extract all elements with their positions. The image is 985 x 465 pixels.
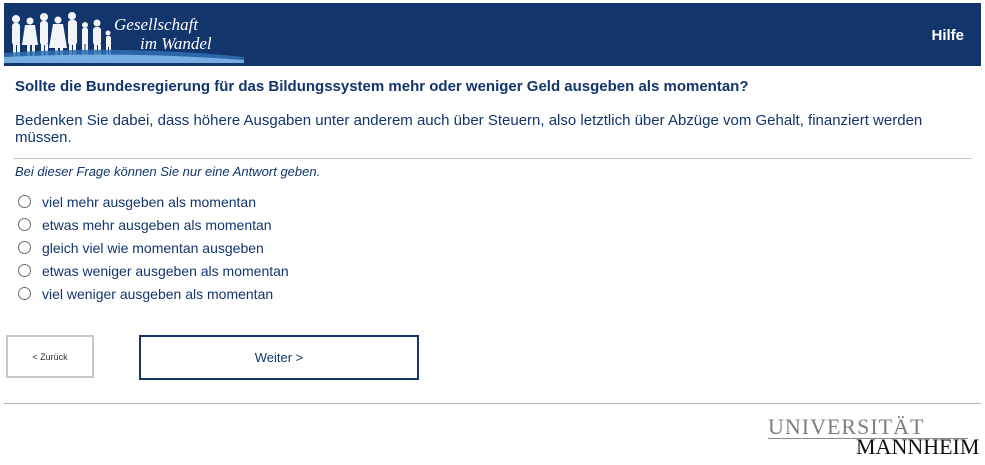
option-label: etwas mehr ausgeben als momentan (42, 216, 272, 233)
option-gleich-viel[interactable]: gleich viel wie momentan ausgeben (18, 236, 289, 259)
university-logo: UNIVERSITÄT MANNHEIM (768, 414, 979, 459)
logo-line-1: Gesellschaft (114, 15, 199, 34)
radio-button[interactable] (18, 218, 31, 231)
back-button[interactable]: < Zurück (6, 335, 94, 378)
option-viel-weniger[interactable]: viel weniger ausgeben als momentan (18, 282, 289, 305)
option-label: gleich viel wie momentan ausgeben (42, 239, 264, 256)
radio-button[interactable] (18, 287, 31, 300)
option-label: viel mehr ausgeben als momentan (42, 193, 257, 210)
logo-line-2: im Wandel (140, 34, 212, 53)
question-title: Sollte die Bundesregierung für das Bildu… (15, 78, 749, 95)
radio-button[interactable] (18, 195, 31, 208)
option-etwas-mehr[interactable]: etwas mehr ausgeben als momentan (18, 213, 289, 236)
radio-button[interactable] (18, 264, 31, 277)
divider (13, 158, 972, 159)
radio-button[interactable] (18, 241, 31, 254)
header-bar: Gesellschaft im Wandel Hilfe (4, 3, 981, 66)
answer-options: viel mehr ausgeben als momentan etwas me… (18, 190, 289, 305)
option-etwas-weniger[interactable]: etwas weniger ausgeben als momentan (18, 259, 289, 282)
option-viel-mehr[interactable]: viel mehr ausgeben als momentan (18, 190, 289, 213)
footer-divider (4, 403, 981, 404)
site-logo-text: Gesellschaft im Wandel (114, 15, 212, 53)
option-label: viel weniger ausgeben als momentan (42, 285, 274, 302)
university-logo-bottom: MANNHEIM (856, 434, 980, 459)
answer-instruction: Bei dieser Frage können Sie nur eine Ant… (15, 164, 321, 179)
option-label: etwas weniger ausgeben als momentan (42, 262, 289, 279)
next-button[interactable]: Weiter > (139, 335, 419, 380)
help-link[interactable]: Hilfe (931, 27, 964, 44)
question-hint: Bedenken Sie dabei, dass höhere Ausgaben… (15, 112, 923, 146)
